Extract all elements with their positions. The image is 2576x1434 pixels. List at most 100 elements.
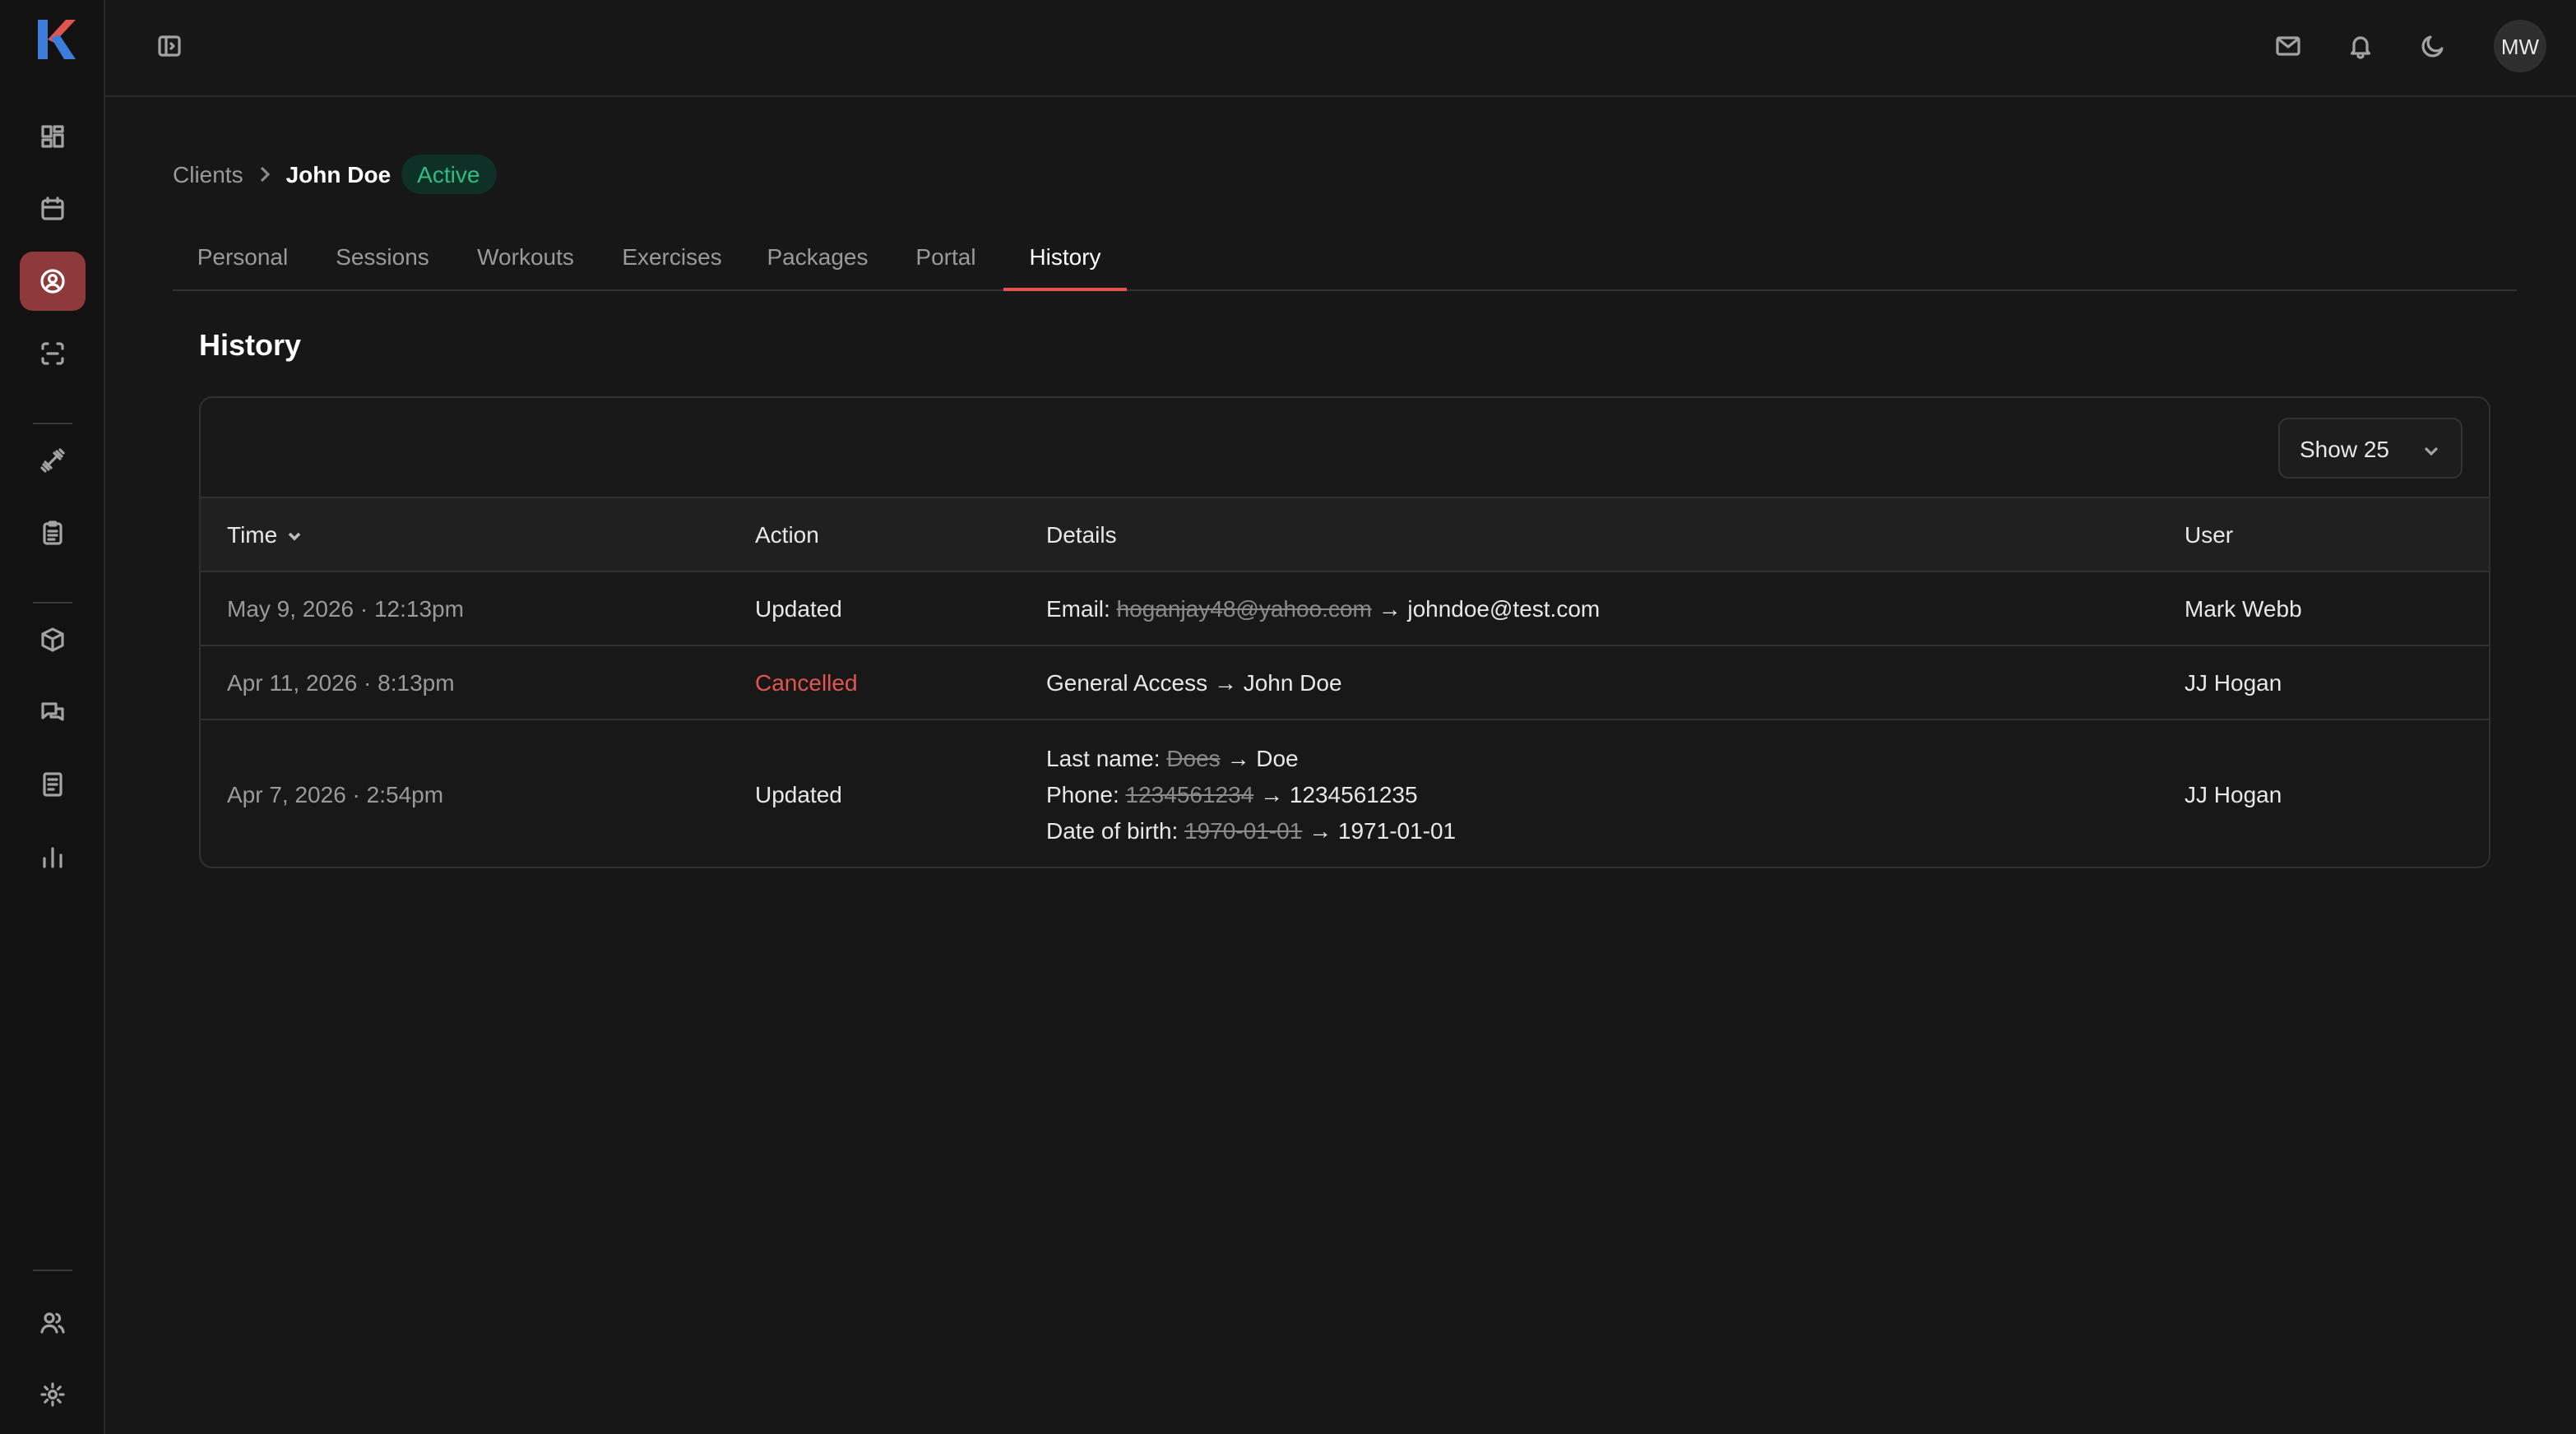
nav-messages[interactable]	[20, 682, 86, 742]
nav-clients[interactable]	[20, 252, 86, 311]
chevron-down-icon	[2421, 439, 2441, 459]
detail-arrow: →	[1260, 780, 1284, 807]
detail-old-value: 1234561234	[1125, 780, 1254, 807]
dashboard-icon	[41, 125, 64, 148]
table-toolbar: Show 25	[201, 398, 2489, 498]
nav-packages[interactable]	[20, 610, 86, 669]
moon-icon	[2421, 35, 2444, 58]
row-action: Updated	[755, 595, 842, 622]
status-badge: Active	[401, 155, 497, 194]
tab-workouts[interactable]: Workouts	[452, 224, 599, 291]
nav-workouts[interactable]	[20, 431, 86, 490]
detail-old-value: hoganjay48@yahoo.com	[1116, 595, 1372, 622]
row-user: JJ Hogan	[2185, 669, 2282, 696]
detail-label: Last name:	[1046, 744, 1161, 770]
table-header: Time Action Details User	[201, 498, 2489, 572]
nav-divider	[33, 1270, 72, 1271]
nav-dashboard[interactable]	[20, 107, 86, 166]
avatar[interactable]: MW	[2494, 20, 2546, 72]
detail-label: Date of birth:	[1046, 816, 1179, 843]
detail-label: General Access	[1046, 669, 1208, 696]
client-tabs: Personal Sessions Workouts Exercises Pac…	[173, 224, 2517, 291]
detail-line: Last name: Does → Doe	[1046, 739, 1299, 775]
tab-history[interactable]: History	[1003, 224, 1127, 291]
client-name: John Doe	[285, 161, 391, 187]
users-icon	[40, 1312, 65, 1334]
sidebar-toggle-icon	[158, 35, 181, 57]
row-user: Mark Webb	[2185, 595, 2302, 622]
calendar-icon	[41, 197, 64, 220]
tab-sessions[interactable]: Sessions	[313, 224, 452, 291]
nav-programs[interactable]	[20, 503, 86, 562]
toggle-sidebar-button[interactable]	[146, 23, 192, 69]
nav-documents[interactable]	[20, 755, 86, 814]
column-header-details: Details	[1046, 521, 1117, 548]
scan-icon	[41, 342, 64, 365]
row-details: Last name: Does → Doe Phone: 1234561234 …	[1046, 720, 1456, 867]
detail-label: Email:	[1046, 595, 1110, 622]
table-row: Apr 11, 2026 · 8:13pm Cancelled General …	[201, 646, 2489, 720]
tab-portal[interactable]: Portal	[890, 224, 1002, 291]
notifications-button[interactable]	[2337, 23, 2384, 69]
row-action: Cancelled	[755, 669, 858, 696]
column-header-time[interactable]: Time	[227, 498, 302, 572]
nav-calendar[interactable]	[20, 179, 86, 238]
tab-packages[interactable]: Packages	[745, 224, 890, 291]
detail-new-value: John Doe	[1243, 669, 1342, 696]
column-header-user: User	[2185, 521, 2234, 548]
detail-line: Email: hoganjay48@yahoo.com → johndoe@te…	[1046, 590, 1600, 627]
row-details: General Access → John Doe	[1046, 646, 1342, 719]
detail-line: General Access → John Doe	[1046, 664, 1342, 701]
theme-toggle-button[interactable]	[2410, 23, 2456, 69]
detail-line: Date of birth: 1970-01-01 → 1971-01-01	[1046, 812, 1456, 848]
column-header-time-label: Time	[227, 521, 278, 548]
column-header-action: Action	[755, 521, 819, 548]
detail-label: Phone:	[1046, 780, 1119, 807]
table-row: Apr 7, 2026 · 2:54pm Updated Last name: …	[201, 720, 2489, 867]
detail-new-value: Doe	[1256, 744, 1299, 770]
chevron-right-icon	[253, 163, 276, 186]
nav-team[interactable]	[20, 1293, 86, 1352]
row-time: Apr 7, 2026 · 2:54pm	[227, 780, 444, 807]
detail-new-value: johndoe@test.com	[1407, 595, 1601, 622]
page-size-select[interactable]: Show 25	[2278, 418, 2462, 479]
row-user: JJ Hogan	[2185, 780, 2282, 807]
bar-chart-icon	[43, 847, 63, 868]
row-details: Email: hoganjay48@yahoo.com → johndoe@te…	[1046, 572, 1600, 645]
detail-old-value: 1970-01-01	[1184, 816, 1303, 843]
inbox-button[interactable]	[2265, 23, 2311, 69]
app-logo[interactable]	[33, 16, 76, 62]
top-bar: MW	[105, 0, 2576, 97]
detail-new-value: 1234561235	[1289, 780, 1418, 807]
table-row: May 9, 2026 · 12:13pm Updated Email: hog…	[201, 572, 2489, 646]
breadcrumb-clients-link[interactable]: Clients	[173, 161, 243, 187]
dumbbell-icon	[40, 448, 65, 473]
history-card: Show 25 Time Action Details User May 9, …	[199, 396, 2490, 868]
gear-icon	[40, 1382, 65, 1407]
clipboard-icon	[43, 520, 63, 545]
row-action: Updated	[755, 780, 842, 807]
detail-old-value: Does	[1166, 744, 1221, 770]
nav-settings[interactable]	[20, 1365, 86, 1424]
detail-arrow: →	[1213, 669, 1237, 696]
row-time: Apr 11, 2026 · 8:13pm	[227, 669, 455, 696]
page-size-label: Show 25	[2300, 435, 2389, 461]
bell-icon	[2351, 36, 2370, 59]
tab-exercises[interactable]: Exercises	[599, 224, 745, 291]
nav-divider	[33, 423, 72, 424]
sidebar	[0, 0, 105, 1434]
detail-line: Phone: 1234561234 → 1234561235	[1046, 775, 1418, 812]
breadcrumb: Clients John Doe Active	[173, 151, 497, 197]
page-title: History	[199, 329, 302, 362]
nav-scan[interactable]	[20, 324, 86, 383]
nav-divider	[33, 602, 72, 604]
detail-arrow: →	[1378, 595, 1402, 622]
chat-icon	[41, 702, 64, 721]
detail-new-value: 1971-01-01	[1337, 816, 1457, 843]
user-circle-icon	[40, 269, 65, 294]
detail-arrow: →	[1309, 816, 1332, 843]
sort-chevron-down-icon	[287, 531, 300, 540]
document-icon	[43, 772, 63, 797]
nav-reports[interactable]	[20, 827, 86, 886]
tab-personal[interactable]: Personal	[173, 224, 313, 291]
